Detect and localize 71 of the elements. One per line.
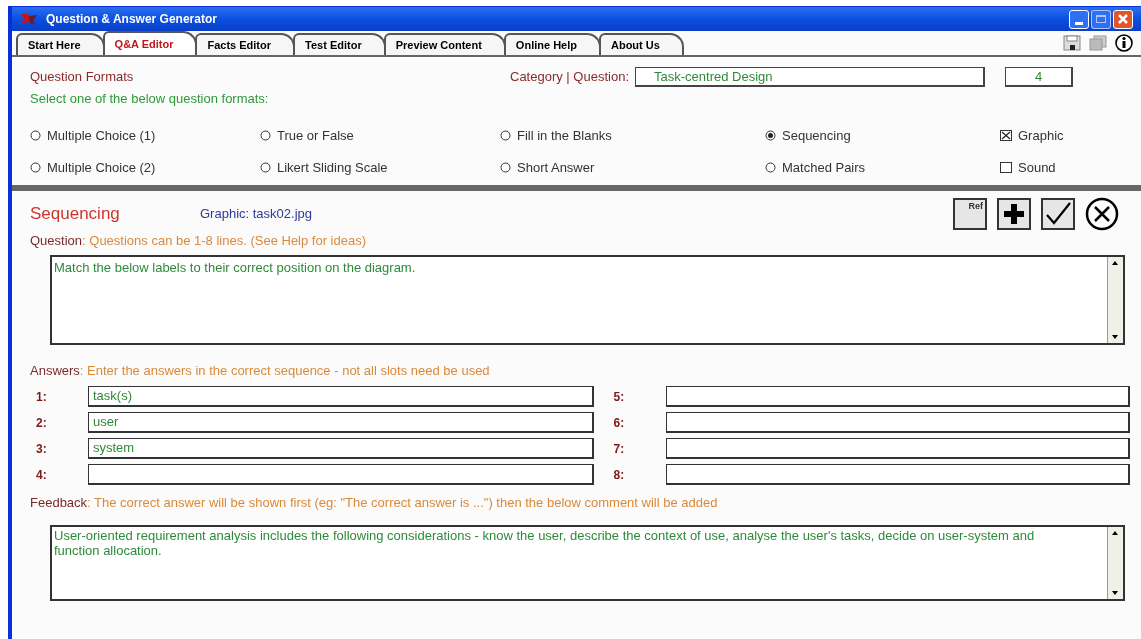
tab[interactable]: Test Editor (293, 33, 386, 55)
graphic-filename: Graphic: task02.jpg (200, 205, 312, 224)
checkbox-option[interactable]: Graphic (1000, 126, 1123, 146)
radio-option[interactable]: Multiple Choice (2) (30, 157, 260, 177)
scrollbar[interactable] (1107, 526, 1123, 599)
radio-icon[interactable] (30, 130, 41, 142)
scrollbar[interactable] (1107, 256, 1123, 343)
tab[interactable]: About Us (599, 33, 684, 55)
answer-number: 2: (36, 414, 48, 432)
cancel-icon[interactable] (1085, 197, 1119, 231)
answer-number: 8: (613, 466, 626, 484)
checkbox-icon[interactable] (1000, 130, 1012, 142)
tab[interactable]: Online Help (503, 33, 601, 55)
answer-field[interactable] (665, 412, 1130, 433)
radio-icon[interactable] (500, 161, 511, 173)
close-icon (1117, 13, 1129, 25)
feedback-text-area[interactable]: User-oriented requirement analysis includes the following considerations - know the user, describe the context of use, analyse the user's tasks, decide on user-system and function allocation. (50, 524, 1125, 601)
add-button[interactable] (997, 198, 1031, 230)
tab[interactable]: Preview Content (383, 33, 506, 55)
save-icon[interactable] (1063, 35, 1081, 51)
answer-number: 3: (36, 440, 48, 458)
checkmark-icon (1044, 201, 1072, 227)
plus-icon (1002, 202, 1026, 226)
question-number-field[interactable]: 4 (1005, 67, 1073, 87)
reference-button[interactable]: Ref (953, 198, 987, 230)
section-title: Question Formats (30, 68, 135, 86)
answer-field[interactable]: system (88, 438, 594, 459)
checkbox-icon[interactable] (1000, 161, 1012, 173)
maximize-button[interactable] (1091, 9, 1111, 29)
radio-option[interactable]: True or False (260, 126, 500, 146)
radio-option[interactable]: Matched Pairs (765, 157, 1000, 177)
radio-option[interactable]: Short Answer (500, 157, 765, 177)
window-title: Question & Answer Generator (46, 11, 217, 28)
answer-number: 1: (36, 388, 48, 406)
answer-number: 6: (613, 414, 626, 432)
radio-option[interactable]: Sequencing (765, 126, 1000, 146)
category-label: Category | Question: (510, 68, 629, 86)
radio-option[interactable]: Likert Sliding Scale (260, 157, 500, 177)
section-hint: Select one of the below question formats: (30, 89, 270, 108)
answers-instructions: Answers: Enter the answers in the correct sequence - not all slots need be used (30, 361, 491, 380)
close-button[interactable] (1113, 9, 1133, 29)
radio-icon[interactable] (500, 130, 511, 142)
info-icon[interactable] (1115, 34, 1133, 52)
tab[interactable]: Q&A Editor (102, 31, 198, 55)
tab[interactable]: Start Here (16, 33, 105, 55)
radio-icon[interactable] (260, 161, 271, 173)
radio-icon[interactable] (30, 161, 41, 173)
answer-field[interactable] (665, 464, 1130, 485)
answer-number: 4: (36, 466, 48, 484)
question-text-area[interactable]: Match the below labels to their correct position on the diagram. (50, 254, 1125, 345)
answer-field[interactable]: user (88, 412, 594, 433)
radio-icon[interactable] (260, 130, 271, 142)
question-instructions: Question: Questions can be 1-8 lines. (See Help for ideas) (30, 232, 368, 250)
answer-number: 5: (613, 388, 626, 406)
minimize-button[interactable] (1069, 9, 1089, 29)
radio-option[interactable]: Multiple Choice (1) (30, 126, 260, 146)
answer-field[interactable]: task(s) (88, 386, 594, 407)
checkbox-option[interactable]: Sound (1000, 157, 1123, 177)
radio-option[interactable]: Fill in the Blanks (500, 126, 765, 146)
answer-field[interactable] (88, 464, 594, 485)
answer-number: 7: (613, 440, 626, 458)
answer-field[interactable] (665, 386, 1130, 407)
radio-icon[interactable] (765, 130, 776, 142)
format-heading: Sequencing (30, 203, 121, 226)
answer-field[interactable] (665, 438, 1130, 459)
app-logo-icon (20, 12, 38, 26)
category-field[interactable]: Task-centred Design (635, 67, 985, 87)
feedback-instructions: Feedback: The correct answer will be shown first (eg: "The correct answer is ...") then the below comment will be added (30, 494, 719, 512)
tab[interactable]: Facts Editor (195, 33, 296, 55)
confirm-button[interactable] (1041, 198, 1075, 230)
radio-icon[interactable] (765, 161, 776, 173)
